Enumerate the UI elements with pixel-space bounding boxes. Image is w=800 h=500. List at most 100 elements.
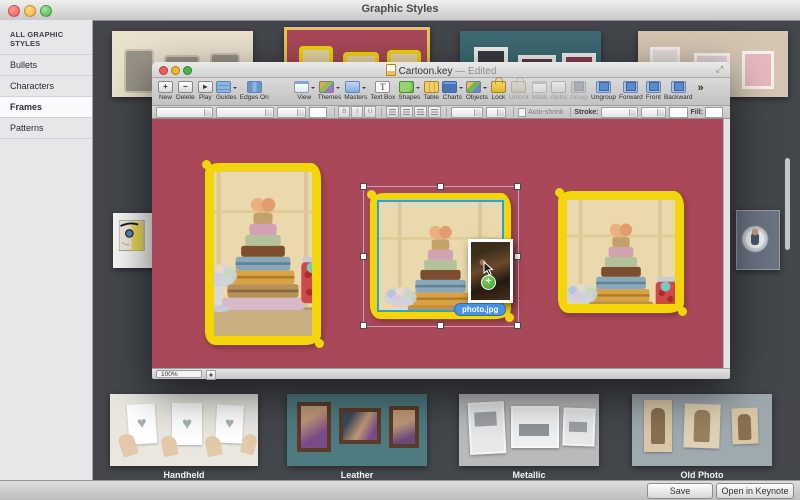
cartoon-frame-left[interactable] [205,163,321,345]
stroke-style-select[interactable] [601,107,639,118]
slide-canvas[interactable]: + photo.jpg [152,119,730,368]
backward-button[interactable]: Backward [664,80,693,101]
style-thumb-oldphoto[interactable] [632,394,772,466]
charts-button[interactable]: Charts [442,80,463,101]
save-button[interactable]: Save [647,483,713,499]
stroke-label: Stroke: [574,109,598,116]
divider [570,107,571,117]
themes-icon [319,81,334,93]
guides-button[interactable]: Guides [216,80,237,101]
ungroup-button[interactable]: Ungroup [591,80,616,101]
align-left-button[interactable] [386,106,399,118]
scrollbar-thumb[interactable] [785,158,790,250]
alpha-button: Alpha [550,80,567,101]
chevron-down-icon [459,87,463,91]
front-button[interactable]: Front [646,80,661,101]
align-center-button[interactable] [400,106,413,118]
line-spacing-select[interactable] [451,107,483,118]
leather-frame [297,402,331,452]
style-label-leather: Leather [287,470,427,480]
lock-icon [491,81,506,93]
shapes-icon [399,81,414,93]
masters-button[interactable]: Masters [344,80,367,101]
toolbar-overflow-button[interactable]: » [698,82,704,94]
objects-button[interactable]: Objects [466,80,488,101]
auto-shrink-checkbox[interactable] [518,108,526,117]
align-justify-button[interactable] [428,106,441,118]
italic-button[interactable]: I [351,106,363,118]
paper-heart: ♥ [215,404,244,443]
document-titlebar[interactable]: Cartoon.key — Edited ⤢ [152,62,730,78]
sidebar-item-patterns[interactable]: Patterns [0,118,92,139]
view-icon [294,81,309,93]
canvas-scrollbar[interactable] [723,119,730,368]
zoom-level-select[interactable]: 100% [156,370,202,378]
interior-photo [569,422,587,433]
style-thumb-oval-partial[interactable] [736,210,780,270]
selection-handle[interactable] [360,322,367,329]
table-button[interactable]: Table [423,80,439,101]
font-size-combo[interactable] [277,107,306,118]
window-title: Graphic Styles [0,3,800,15]
figure [651,408,665,444]
sidebar-item-bullets[interactable]: Bullets [0,55,92,76]
selection-handle[interactable] [437,183,444,190]
copy-plus-badge: + [481,275,496,290]
selection-handle[interactable] [360,183,367,190]
cartoon-frame-right[interactable] [558,191,684,313]
style-label-metallic: Metallic [459,470,599,480]
style-thumb-leather[interactable] [287,394,427,466]
stroke-color-well[interactable] [669,107,687,118]
fullscreen-icon[interactable]: ⤢ [716,65,725,74]
main-titlebar: Graphic Styles [0,0,800,21]
text-box-button[interactable]: TText Box [370,80,395,101]
guides-icon [216,81,231,93]
sepia-photo [644,400,672,452]
zoom-stepper[interactable] [206,370,216,380]
divider [381,107,382,117]
selection-handle[interactable] [514,322,521,329]
mask-button: Mask [532,80,548,101]
lock-button[interactable]: Lock [491,80,506,101]
sepia-photo [683,403,721,448]
style-thumb-handheld[interactable]: ♥ ♥ ♥ [110,394,258,466]
text-color-well[interactable] [309,107,327,118]
text-icon: T [375,81,390,93]
document-statusbar: 100% [152,368,730,379]
new-slide-button[interactable]: +New [158,80,173,101]
selection-handle[interactable] [437,322,444,329]
drag-filename-label: photo.jpg [454,303,506,316]
underline-button[interactable]: U [364,106,376,118]
selection-handle[interactable] [514,183,521,190]
format-bar: B I U Auto-shrink Stroke: Fill: [152,106,730,119]
delete-slide-button[interactable]: −Delete [176,80,195,101]
play-button[interactable]: ▸Play [198,80,213,101]
bold-button[interactable]: B [338,106,350,118]
edited-suffix: — Edited [455,66,496,77]
sidebar-item-frames[interactable]: Frames [0,97,92,118]
view-button[interactable]: View [294,80,315,101]
typeface-select[interactable] [216,107,273,118]
open-in-keynote-button[interactable]: Open in Keynote [716,483,794,499]
list-style-combo[interactable] [486,107,506,118]
stepper-icon [297,109,304,116]
stepper-icon [497,109,504,116]
align-left-icon [389,109,396,115]
selection-handle[interactable] [514,253,521,260]
align-right-button[interactable] [414,106,427,118]
hand-shape [240,433,258,456]
font-family-select[interactable] [156,107,213,118]
themes-button[interactable]: Themes [318,80,341,101]
mouse-cursor-icon [483,261,495,277]
fill-color-well[interactable] [705,107,723,118]
sidebar-item-characters[interactable]: Characters [0,76,92,97]
stroke-width-combo[interactable] [641,107,666,118]
forward-button[interactable]: Forward [619,80,643,101]
selection-handle[interactable] [360,253,367,260]
document-title: Cartoon.key — Edited [152,64,730,77]
shapes-button[interactable]: Shapes [398,80,420,101]
sidebar-header: ALL GRAPHIC STYLES [0,20,92,55]
style-thumb-metallic[interactable] [459,394,599,466]
edges-on-button[interactable]: Edges On [240,80,269,101]
stepper-icon [657,109,664,116]
